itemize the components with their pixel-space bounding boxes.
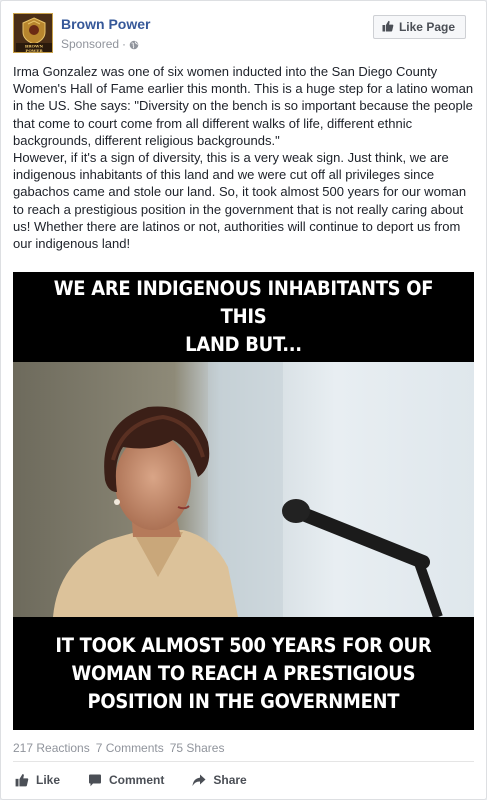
reactions-count[interactable]: 217 Reactions [13, 741, 90, 755]
like-page-button[interactable]: Like Page [372, 15, 466, 39]
meme-bottom-caption: IT TOOK ALMOST 500 YEARS FOR OUR WOMAN T… [13, 617, 474, 730]
meme-bottom-line-3: POSITION IN THE GOVERNMENT [87, 689, 400, 713]
meme-top-line-1: WE ARE INDIGENOUS INHABITANTS OF THIS [53, 277, 434, 328]
shares-count[interactable]: 75 Shares [170, 741, 225, 755]
avatar-text-line-2: POWER [25, 48, 43, 53]
sponsored-post-card: BROWN POWER Brown Power Sponsored · Like… [0, 0, 487, 800]
share-button[interactable]: Share [192, 773, 247, 787]
comment-bubble-icon [88, 774, 102, 787]
meme-top-line-2: LAND BUT... [185, 333, 302, 356]
post-paragraph-1: Irma Gonzalez was one of six women induc… [13, 64, 474, 148]
meme-top-caption: WE ARE INDIGENOUS INHABITANTS OF THIS LA… [13, 272, 474, 362]
comment-button[interactable]: Comment [88, 773, 164, 787]
meme-bottom-line-1: IT TOOK ALMOST 500 YEARS FOR OUR [55, 633, 432, 657]
like-button[interactable]: Like [15, 773, 60, 787]
separator-dot: · [122, 37, 127, 51]
post-image[interactable]: WE ARE INDIGENOUS INHABITANTS OF THIS LA… [13, 272, 474, 730]
post-paragraph-2: However, if it's a sign of diversity, th… [13, 150, 467, 252]
like-label: Like [36, 773, 61, 787]
actions-divider [13, 761, 474, 762]
meme-bottom-line-2: WOMAN TO REACH A PRESTIGIOUS [71, 661, 416, 685]
speaker-photo [13, 362, 474, 617]
post-body-text: Irma Gonzalez was one of six women induc… [13, 63, 475, 252]
post-actions-bar: Like Comment Share [13, 765, 474, 795]
brown-power-logo: BROWN POWER [14, 14, 52, 53]
post-header: BROWN POWER Brown Power Sponsored · Like… [13, 13, 474, 55]
share-arrow-icon [192, 774, 206, 787]
sponsored-row: Sponsored · [61, 37, 139, 51]
share-label: Share [213, 773, 247, 787]
comments-count[interactable]: 7 Comments [96, 741, 164, 755]
thumbs-up-icon [15, 773, 29, 787]
like-page-label: Like Page [398, 20, 455, 34]
thumbs-up-icon [382, 20, 394, 35]
sponsored-label[interactable]: Sponsored [61, 37, 119, 51]
globe-icon [129, 39, 139, 50]
comment-label: Comment [109, 773, 165, 787]
page-name-link[interactable]: Brown Power [61, 16, 150, 32]
engagement-stats: 217 Reactions 7 Comments 75 Shares [13, 741, 224, 755]
page-avatar[interactable]: BROWN POWER [13, 13, 53, 53]
